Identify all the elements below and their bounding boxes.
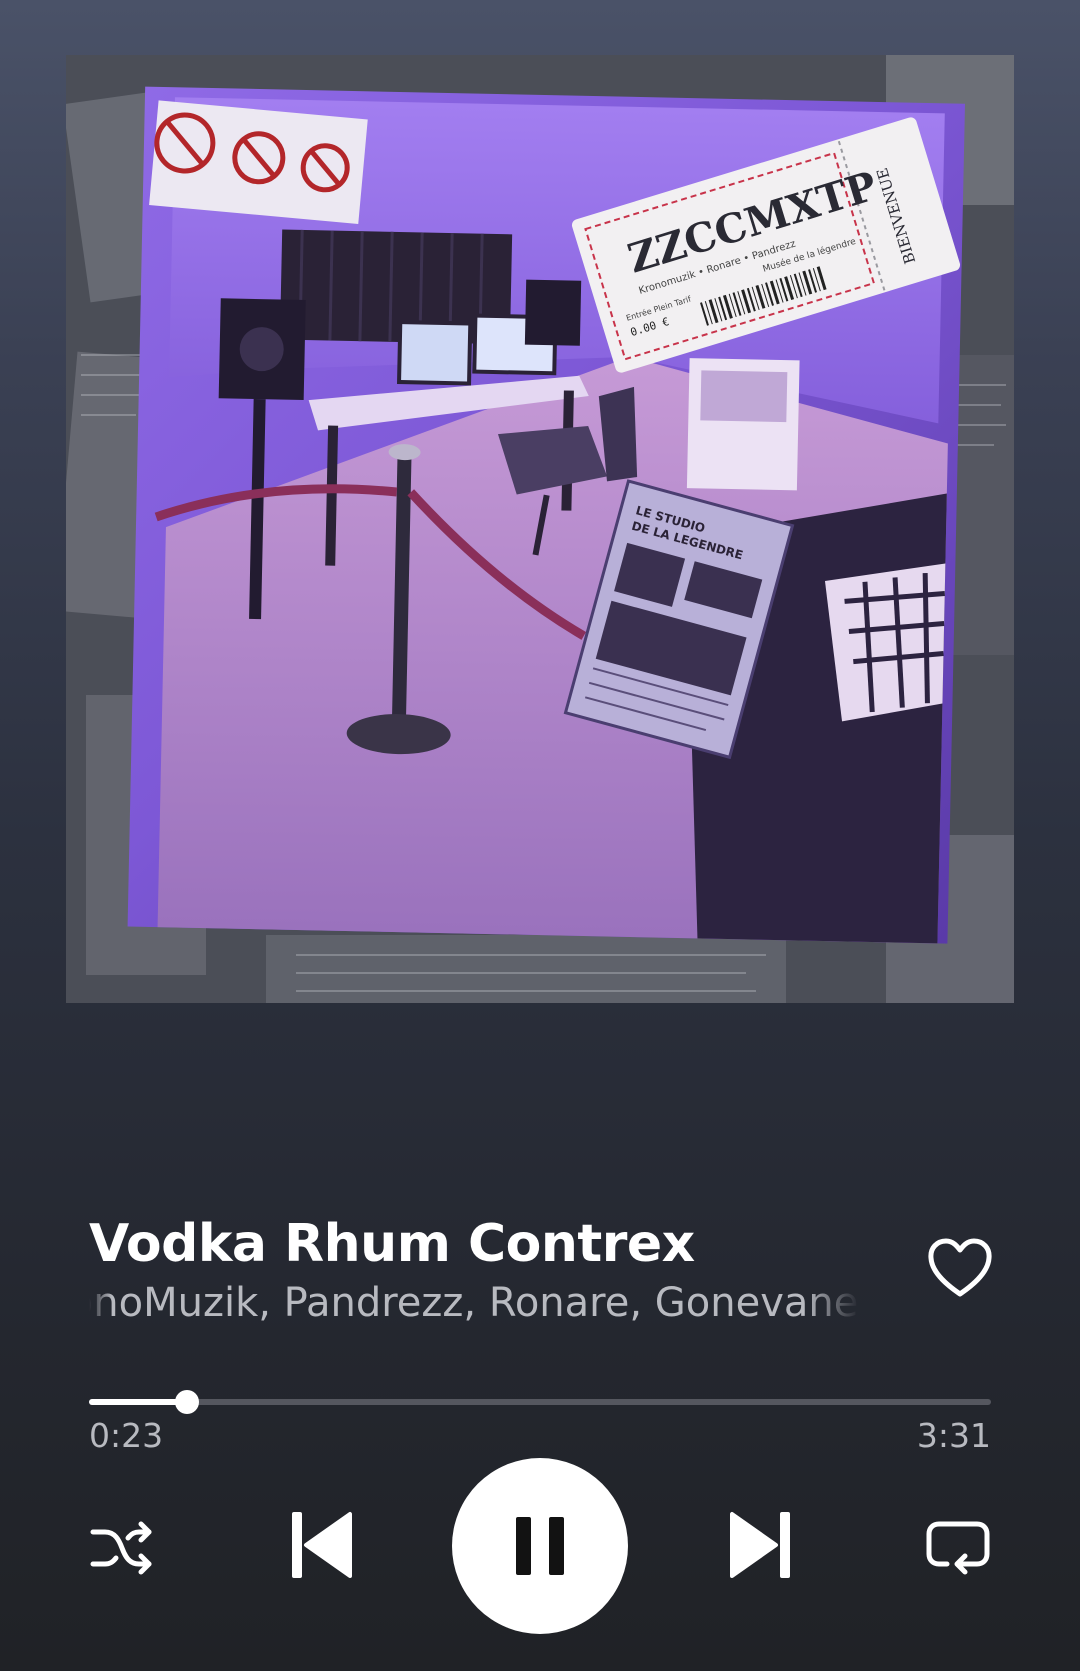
repeat-button[interactable] <box>918 1508 998 1588</box>
progress-fill <box>89 1399 188 1405</box>
elapsed-time: 0:23 <box>89 1416 164 1455</box>
artist-marquee[interactable]: KronoMuzik, Pandrezz, Ronare, Gonevane <box>89 1274 859 1332</box>
track-artists[interactable]: KronoMuzik, Pandrezz, Ronare, Gonevane <box>89 1274 858 1332</box>
shuffle-button[interactable] <box>82 1508 162 1588</box>
shuffle-icon <box>90 1521 152 1575</box>
pause-button[interactable] <box>452 1458 628 1634</box>
album-art: LE STUDIO DE LA LEGENDRE ZZCCMXTP Kronom… <box>66 55 1014 1003</box>
track-title: Vodka Rhum Contrex <box>89 1214 695 1274</box>
previous-button[interactable] <box>280 1503 364 1587</box>
progress-bar[interactable] <box>89 1390 991 1414</box>
pause-icon <box>516 1517 564 1575</box>
total-time: 3:31 <box>916 1416 991 1455</box>
repeat-icon <box>926 1521 990 1575</box>
next-button[interactable] <box>718 1503 802 1587</box>
heart-icon <box>928 1238 992 1297</box>
like-button[interactable] <box>922 1230 998 1306</box>
skip-previous-icon <box>292 1512 352 1578</box>
skip-next-icon <box>730 1512 790 1578</box>
progress-handle[interactable] <box>175 1390 200 1414</box>
